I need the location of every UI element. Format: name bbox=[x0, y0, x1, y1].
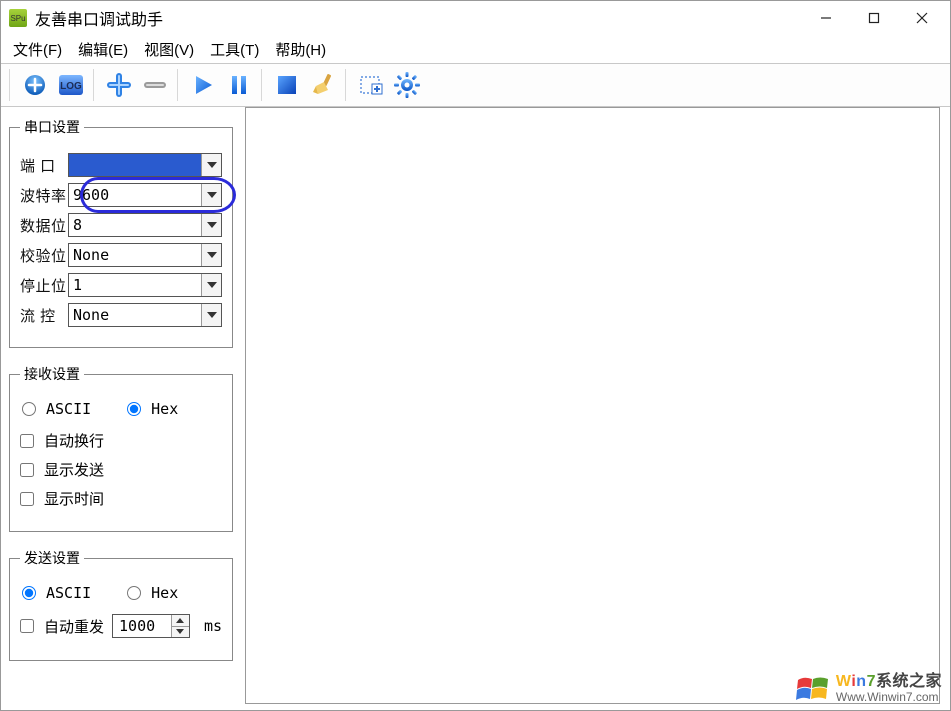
output-panel[interactable] bbox=[245, 107, 940, 704]
send-settings-group: 发送设置 ASCII Hex 自动重发 1000 bbox=[9, 548, 233, 661]
show-time-checkbox[interactable]: 显示时间 bbox=[20, 488, 104, 509]
stop-button[interactable] bbox=[270, 68, 304, 102]
flow-control-select[interactable]: None bbox=[68, 303, 222, 327]
menu-tools[interactable]: 工具(T) bbox=[202, 37, 267, 62]
baud-label: 波特率 bbox=[20, 185, 68, 206]
side-panel: 串口设置 端 口 波特率 9600 数据位 8 bbox=[1, 107, 241, 710]
close-button[interactable] bbox=[898, 4, 946, 32]
menu-help[interactable]: 帮助(H) bbox=[267, 37, 334, 62]
chevron-down-icon bbox=[201, 184, 221, 206]
recv-mode-ascii[interactable]: ASCII bbox=[22, 400, 91, 418]
settings-button[interactable] bbox=[390, 68, 424, 102]
parity-select[interactable]: None bbox=[68, 243, 222, 267]
auto-wrap-checkbox[interactable]: 自动换行 bbox=[20, 430, 104, 451]
send-ascii-radio[interactable] bbox=[22, 586, 36, 600]
stop-bits-label: 停止位 bbox=[20, 275, 68, 296]
send-hex-radio[interactable] bbox=[127, 586, 141, 600]
port-label: 端 口 bbox=[20, 155, 68, 176]
spin-down-icon[interactable] bbox=[172, 627, 189, 638]
chevron-down-icon bbox=[201, 154, 221, 176]
recv-mode-hex[interactable]: Hex bbox=[127, 400, 178, 418]
add-button[interactable] bbox=[102, 68, 136, 102]
toolbar: LOG bbox=[1, 63, 950, 107]
auto-wrap-input[interactable] bbox=[20, 434, 34, 448]
interval-unit: ms bbox=[204, 617, 222, 635]
pause-button[interactable] bbox=[222, 68, 256, 102]
chevron-down-icon bbox=[201, 244, 221, 266]
new-tab-button[interactable] bbox=[354, 68, 388, 102]
chevron-down-icon bbox=[201, 214, 221, 236]
serial-settings-legend: 串口设置 bbox=[20, 117, 84, 137]
stop-bits-select[interactable]: 1 bbox=[68, 273, 222, 297]
parity-label: 校验位 bbox=[20, 245, 68, 266]
spin-buttons[interactable] bbox=[171, 615, 189, 637]
maximize-button[interactable] bbox=[850, 4, 898, 32]
send-settings-legend: 发送设置 bbox=[20, 548, 84, 568]
show-time-input[interactable] bbox=[20, 492, 34, 506]
play-button[interactable] bbox=[186, 68, 220, 102]
receive-settings-group: 接收设置 ASCII Hex 自动换行 bbox=[9, 364, 233, 532]
serial-settings-group: 串口设置 端 口 波特率 9600 数据位 8 bbox=[9, 117, 233, 348]
baud-select[interactable]: 9600 bbox=[68, 183, 222, 207]
menu-view[interactable]: 视图(V) bbox=[136, 37, 202, 62]
main-content bbox=[241, 107, 950, 710]
titlebar: SPu 友善串口调试助手 bbox=[1, 1, 950, 35]
send-mode-hex[interactable]: Hex bbox=[127, 584, 178, 602]
clear-button[interactable] bbox=[306, 68, 340, 102]
port-select[interactable] bbox=[68, 153, 222, 177]
menubar: 文件(F) 编辑(E) 视图(V) 工具(T) 帮助(H) bbox=[1, 35, 950, 63]
data-bits-label: 数据位 bbox=[20, 215, 68, 236]
flow-control-label: 流 控 bbox=[20, 305, 68, 326]
menu-file[interactable]: 文件(F) bbox=[5, 37, 70, 62]
resend-interval-spin[interactable]: 1000 bbox=[112, 614, 190, 638]
recv-ascii-radio[interactable] bbox=[22, 402, 36, 416]
data-bits-select[interactable]: 8 bbox=[68, 213, 222, 237]
svg-text:LOG: LOG bbox=[60, 81, 82, 92]
minimize-button[interactable] bbox=[802, 4, 850, 32]
app-icon: SPu bbox=[9, 9, 27, 27]
connect-button[interactable] bbox=[18, 68, 52, 102]
auto-resend-checkbox[interactable]: 自动重发 bbox=[20, 616, 104, 637]
show-send-input[interactable] bbox=[20, 463, 34, 477]
chevron-down-icon bbox=[201, 274, 221, 296]
spin-up-icon[interactable] bbox=[172, 615, 189, 627]
recv-hex-radio[interactable] bbox=[127, 402, 141, 416]
menu-edit[interactable]: 编辑(E) bbox=[70, 37, 136, 62]
send-mode-ascii[interactable]: ASCII bbox=[22, 584, 91, 602]
auto-resend-input[interactable] bbox=[20, 619, 34, 633]
window-title: 友善串口调试助手 bbox=[35, 6, 163, 30]
remove-button[interactable] bbox=[138, 68, 172, 102]
show-send-checkbox[interactable]: 显示发送 bbox=[20, 459, 104, 480]
chevron-down-icon bbox=[201, 304, 221, 326]
log-button[interactable]: LOG bbox=[54, 68, 88, 102]
receive-settings-legend: 接收设置 bbox=[20, 364, 84, 384]
